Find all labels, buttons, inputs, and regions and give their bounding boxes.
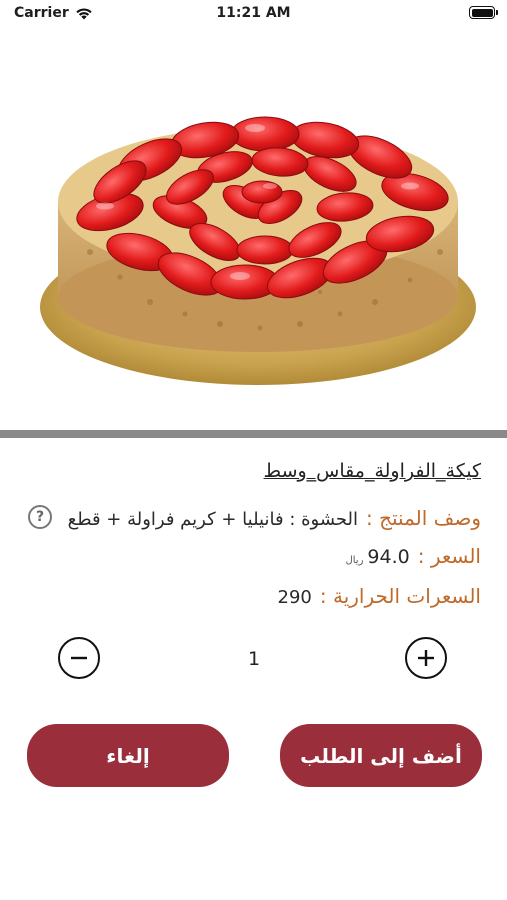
product-image [0, 52, 507, 432]
quantity-value: 1 [247, 648, 261, 670]
help-icon[interactable]: ? [28, 505, 52, 529]
calories-label: السعرات الحرارية : [319, 584, 481, 608]
image-divider [0, 430, 507, 438]
minus-icon [71, 656, 87, 660]
cancel-button[interactable]: إلغاء [27, 724, 229, 787]
add-to-order-button[interactable]: أضف إلى الطلب [280, 724, 482, 787]
description-label: وصف المنتج : [366, 506, 481, 530]
calories-value: 290 [277, 587, 312, 608]
calories-row: السعرات الحرارية : 290 [278, 584, 481, 608]
price-row: السعر : 94.0 ريال [345, 544, 481, 568]
currency-label: ريال [345, 555, 364, 566]
plus-icon [418, 650, 434, 666]
strawberry-cake-illustration [40, 116, 476, 385]
product-title: كيكة_الفراولة_مقاس_وسط [263, 460, 481, 482]
decrease-quantity-button[interactable] [58, 637, 100, 679]
status-time: 11:21 AM [216, 5, 291, 21]
description-value: الحشوة : فانيليا + كريم فراولة + قطع [67, 509, 358, 530]
increase-quantity-button[interactable] [405, 637, 447, 679]
status-bar: Carrier 11:21 AM [0, 0, 507, 28]
description-row: وصف المنتج : الحشوة : فانيليا + كريم فرا… [68, 506, 481, 530]
battery-icon [469, 6, 498, 19]
price-label: السعر : [417, 544, 481, 568]
price-value: 94.0 [367, 546, 410, 568]
